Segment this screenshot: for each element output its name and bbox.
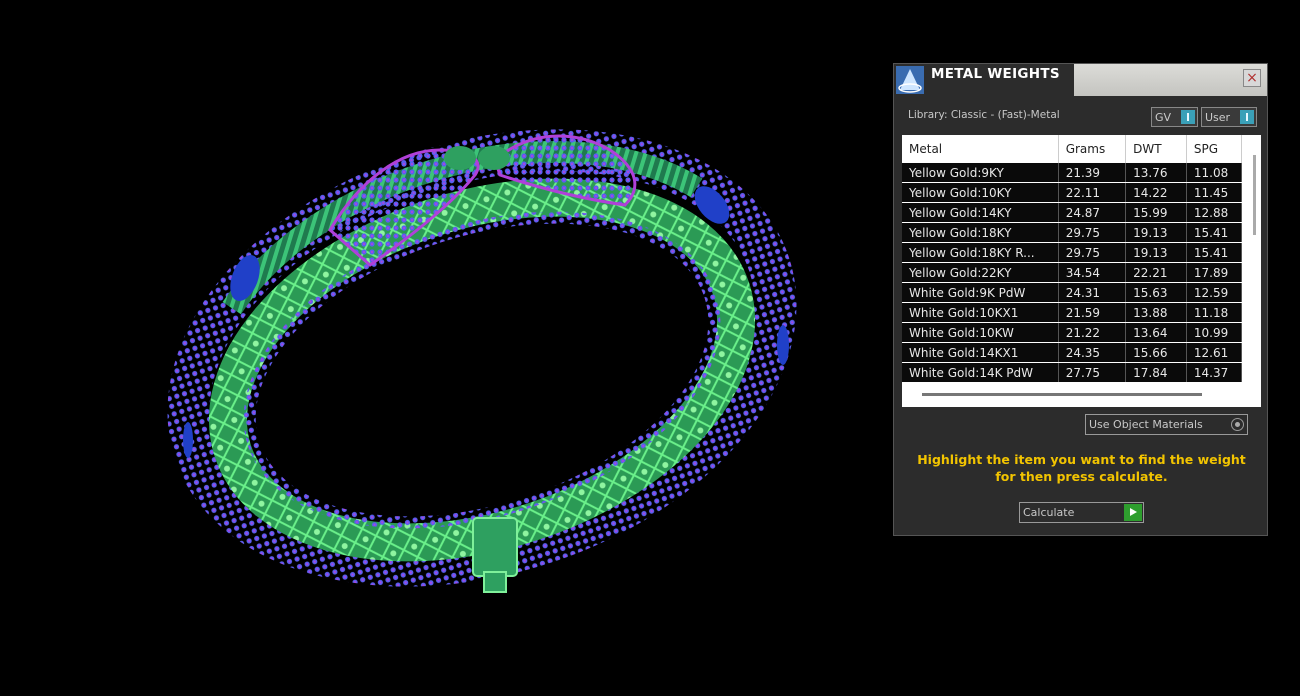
spg-cell: 17.89	[1186, 262, 1242, 283]
gv-toggle-label: GV	[1155, 111, 1172, 124]
metal-table[interactable]: Metal Grams DWT SPG Yellow Gold:9KY 21.39…	[902, 135, 1242, 385]
table-row[interactable]: Yellow Gold:22KY 34.54 22.21 17.89	[902, 262, 1242, 283]
dwt-cell: 17.84	[1125, 362, 1187, 383]
play-arrow-icon	[1124, 504, 1142, 521]
spg-cell: 11.45	[1186, 182, 1242, 203]
column-header-dwt[interactable]: DWT	[1125, 135, 1187, 163]
vertical-scrollbar[interactable]	[1253, 155, 1256, 235]
library-label: Library: Classic - (Fast)-Metal	[908, 109, 1060, 121]
spg-cell: 12.61	[1186, 342, 1242, 363]
dwt-cell: 19.13	[1125, 222, 1187, 243]
calculate-button[interactable]: Calculate	[1019, 502, 1144, 523]
dwt-cell: 22.21	[1125, 262, 1187, 283]
grams-cell: 24.35	[1058, 342, 1127, 363]
user-toggle-label: User	[1205, 111, 1231, 124]
3d-viewport[interactable]	[0, 0, 880, 692]
dwt-cell: 19.13	[1125, 242, 1187, 263]
spg-cell: 10.99	[1186, 322, 1242, 343]
table-row[interactable]: White Gold:14KX1 24.35 15.66 12.61	[902, 342, 1242, 363]
use-object-materials-option[interactable]: Use Object Materials	[1085, 414, 1248, 435]
grams-cell: 27.75	[1058, 362, 1127, 383]
grams-cell: 24.31	[1058, 282, 1127, 303]
spg-cell: 14.37	[1186, 362, 1242, 383]
panel-titlebar[interactable]: METAL WEIGHTS ×	[894, 64, 1267, 96]
grams-cell: 29.75	[1058, 242, 1127, 263]
grams-cell: 21.39	[1058, 163, 1127, 183]
spg-cell: 12.88	[1186, 202, 1242, 223]
table-row[interactable]: Yellow Gold:14KY 24.87 15.99 12.88	[902, 202, 1242, 223]
metal-cell: Yellow Gold:10KY	[902, 182, 1059, 203]
metal-cell: Yellow Gold:18KY R...	[902, 242, 1059, 263]
spg-cell: 15.41	[1186, 242, 1242, 263]
calculate-label: Calculate	[1023, 506, 1075, 519]
table-row[interactable]: White Gold:9K PdW 24.31 15.63 12.59	[902, 282, 1242, 303]
metal-cell: White Gold:10KX1	[902, 302, 1059, 323]
column-header-metal[interactable]: Metal	[902, 135, 1059, 163]
dwt-cell: 15.99	[1125, 202, 1187, 223]
table-row[interactable]: Yellow Gold:18KY R... 29.75 19.13 15.41	[902, 242, 1242, 263]
dwt-cell: 15.63	[1125, 282, 1187, 303]
table-row[interactable]: Yellow Gold:9KY 21.39 13.76 11.08	[902, 163, 1242, 183]
grams-cell: 29.75	[1058, 222, 1127, 243]
title-tab: METAL WEIGHTS	[894, 64, 1074, 96]
radio-icon	[1231, 418, 1244, 431]
grams-cell: 34.54	[1058, 262, 1127, 283]
table-row[interactable]: Yellow Gold:18KY 29.75 19.13 15.41	[902, 222, 1242, 243]
panel-title: METAL WEIGHTS	[931, 66, 1060, 82]
metal-cell: White Gold:9K PdW	[902, 282, 1059, 303]
user-toggle[interactable]: User	[1201, 107, 1257, 127]
dwt-cell: 15.66	[1125, 342, 1187, 363]
metal-cell: Yellow Gold:18KY	[902, 222, 1059, 243]
toggle-indicator-icon	[1181, 110, 1195, 124]
dwt-cell: 14.22	[1125, 182, 1187, 203]
metal-cell: Yellow Gold:14KY	[902, 202, 1059, 223]
table-row[interactable]: Yellow Gold:10KY 22.11 14.22 11.45	[902, 182, 1242, 203]
table-row[interactable]: White Gold:10KX1 21.59 13.88 11.18	[902, 302, 1242, 323]
metal-cell: Yellow Gold:22KY	[902, 262, 1059, 283]
grams-cell: 21.59	[1058, 302, 1127, 323]
horizontal-scrollbar[interactable]	[922, 393, 1202, 396]
metal-cell: Yellow Gold:9KY	[902, 163, 1059, 183]
column-header-spg[interactable]: SPG	[1186, 135, 1242, 163]
dwt-cell: 13.76	[1125, 163, 1187, 183]
spg-cell: 11.08	[1186, 163, 1242, 183]
instruction-text: Highlight the item you want to find the …	[908, 451, 1255, 485]
close-button[interactable]: ×	[1243, 69, 1261, 87]
dwt-cell: 13.88	[1125, 302, 1187, 323]
instruction-line-1: Highlight the item you want to find the …	[917, 452, 1246, 467]
toggle-indicator-icon	[1240, 110, 1254, 124]
app-logo-icon	[896, 66, 924, 94]
table-header-row: Metal Grams DWT SPG	[902, 135, 1242, 163]
grams-cell: 22.11	[1058, 182, 1127, 203]
grams-cell: 24.87	[1058, 202, 1127, 223]
gv-toggle[interactable]: GV	[1151, 107, 1198, 127]
grams-cell: 21.22	[1058, 322, 1127, 343]
instruction-line-2: for then press calculate.	[995, 469, 1168, 484]
column-header-grams[interactable]: Grams	[1058, 135, 1127, 163]
close-icon: ×	[1246, 70, 1258, 86]
metal-cell: White Gold:10KW	[902, 322, 1059, 343]
metal-cell: White Gold:14KX1	[902, 342, 1059, 363]
metal-table-container: Metal Grams DWT SPG Yellow Gold:9KY 21.39…	[902, 135, 1261, 407]
bangle-render	[167, 129, 797, 593]
spg-cell: 15.41	[1186, 222, 1242, 243]
use-object-materials-label: Use Object Materials	[1089, 418, 1203, 431]
spg-cell: 12.59	[1186, 282, 1242, 303]
table-row[interactable]: White Gold:10KW 21.22 13.64 10.99	[902, 322, 1242, 343]
metal-cell: White Gold:14K PdW	[902, 362, 1059, 383]
dwt-cell: 13.64	[1125, 322, 1187, 343]
table-row[interactable]: White Gold:14K PdW 27.75 17.84 14.37	[902, 362, 1242, 383]
metal-weights-panel: METAL WEIGHTS × Library: Classic - (Fast…	[893, 63, 1268, 536]
spg-cell: 11.18	[1186, 302, 1242, 323]
